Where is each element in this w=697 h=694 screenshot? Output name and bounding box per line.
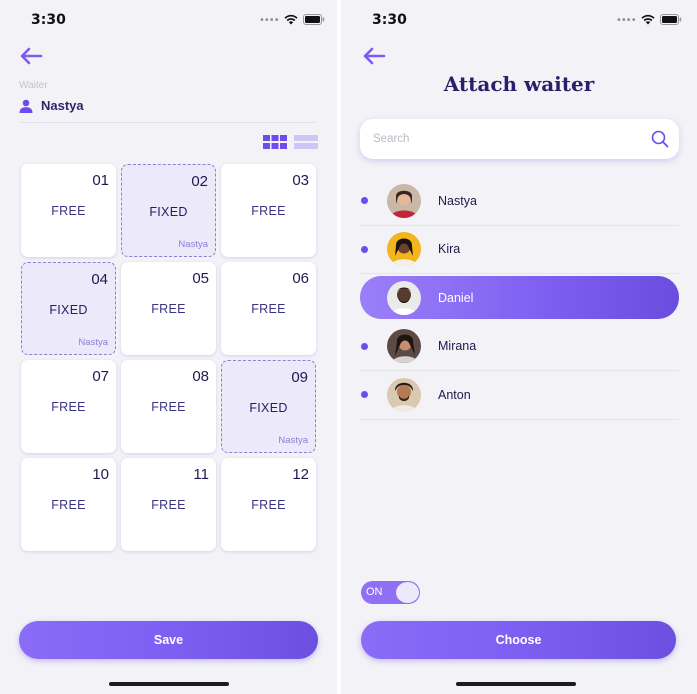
search-bar — [360, 119, 679, 159]
tables-grid: 01 FREE 02 FIXED Nastya 03 FREE 04 FIXED Nasty… — [21, 164, 317, 551]
divider — [19, 122, 317, 123]
search-icon[interactable] — [651, 130, 669, 148]
status-dot — [361, 245, 368, 253]
table-number: 01 — [92, 172, 109, 189]
table-status: FREE — [51, 498, 86, 512]
table-assignee: Nastya — [78, 337, 108, 348]
table-number: 04 — [91, 271, 108, 288]
wifi-icon — [283, 14, 298, 25]
search-input[interactable] — [373, 133, 651, 145]
waiter-name: Daniel — [438, 291, 474, 306]
wifi-icon — [640, 14, 655, 25]
table-status: FREE — [51, 400, 86, 414]
table-status: FREE — [151, 302, 186, 316]
waiter-name: Nastya — [41, 98, 84, 113]
arrow-left-icon[interactable] — [19, 47, 43, 65]
waiter-selector[interactable]: Nastya — [19, 98, 84, 113]
status-dot — [361, 391, 368, 399]
waiter-name: Kira — [438, 242, 461, 257]
table-tile-09[interactable]: 09 FIXED Nastya — [221, 360, 316, 453]
table-number: 02 — [191, 173, 208, 190]
table-number: 09 — [291, 369, 308, 386]
status-dot — [361, 197, 368, 205]
waiter-label: Waiter — [19, 80, 48, 91]
table-number: 11 — [193, 466, 209, 483]
table-number: 10 — [92, 466, 109, 483]
table-number: 06 — [292, 270, 309, 287]
save-button[interactable]: Save — [19, 621, 318, 659]
avatar — [387, 281, 421, 316]
table-tile-05[interactable]: 05 FREE — [121, 262, 216, 355]
toggle-knob — [396, 582, 419, 603]
table-assignee: Nastya — [178, 239, 208, 250]
table-tile-10[interactable]: 10 FREE — [21, 458, 116, 551]
table-tile-07[interactable]: 07 FREE — [21, 360, 116, 453]
table-number: 08 — [192, 368, 209, 385]
table-status: FIXED — [149, 205, 188, 219]
status-bar-time: 3:30 — [372, 12, 407, 28]
table-tile-04[interactable]: 04 FIXED Nastya — [21, 262, 116, 355]
table-assignee: Nastya — [278, 435, 308, 446]
table-number: 12 — [292, 466, 309, 483]
view-toggle — [263, 135, 318, 149]
avatar — [387, 329, 421, 364]
status-bar-icons: •••• — [616, 13, 682, 26]
table-status: FREE — [151, 498, 186, 512]
avatar — [387, 377, 421, 412]
battery-icon — [659, 14, 681, 25]
home-indicator — [456, 682, 576, 686]
person-icon — [19, 99, 33, 113]
on-toggle[interactable]: ON — [361, 581, 420, 604]
status-bar-time: 3:30 — [31, 12, 66, 28]
table-status: FREE — [251, 302, 286, 316]
table-status: FREE — [251, 204, 286, 218]
table-tile-12[interactable]: 12 FREE — [221, 458, 316, 551]
table-number: 05 — [192, 270, 209, 287]
table-tile-03[interactable]: 03 FREE — [221, 164, 316, 257]
waiter-name: Anton — [438, 387, 471, 402]
status-dot — [361, 342, 368, 350]
table-assignment-screen: 3:30 •••• Waiter Nastya 01 FREE 02 FIXED Na… — [0, 0, 337, 694]
table-status: FREE — [251, 498, 286, 512]
table-number: 03 — [292, 172, 309, 189]
battery-icon — [302, 14, 324, 25]
waiter-item-kira[interactable]: Kira — [360, 226, 679, 274]
page-title: Attach waiter — [443, 72, 595, 96]
waiter-list: Nastya Kira Daniel Mirana Anton — [360, 177, 679, 420]
table-tile-11[interactable]: 11 FREE — [121, 458, 216, 551]
table-tile-06[interactable]: 06 FREE — [221, 262, 316, 355]
arrow-left-icon[interactable] — [362, 47, 386, 65]
table-tile-08[interactable]: 08 FREE — [121, 360, 216, 453]
waiter-item-anton[interactable]: Anton — [360, 371, 679, 420]
avatar — [387, 232, 421, 267]
signal-dots-icon: •••• — [616, 15, 637, 26]
choose-button[interactable]: Choose — [361, 621, 676, 659]
waiter-item-daniel[interactable]: Daniel — [360, 274, 679, 323]
waiter-item-nastya[interactable]: Nastya — [360, 177, 679, 226]
table-tile-01[interactable]: 01 FREE — [21, 164, 116, 257]
signal-dots-icon: •••• — [259, 15, 280, 26]
status-bar-icons: •••• — [259, 13, 325, 26]
waiter-item-mirana[interactable]: Mirana — [360, 323, 679, 371]
table-status: FREE — [51, 204, 86, 218]
grid-view-icon[interactable] — [263, 135, 287, 149]
toggle-label: ON — [366, 586, 383, 598]
table-tile-02[interactable]: 02 FIXED Nastya — [121, 164, 216, 257]
table-status: FIXED — [49, 303, 88, 317]
table-status: FIXED — [249, 401, 288, 415]
table-status: FREE — [151, 400, 186, 414]
home-indicator — [109, 682, 229, 686]
list-view-icon[interactable] — [294, 135, 318, 149]
table-number: 07 — [92, 368, 109, 385]
avatar — [387, 183, 421, 218]
waiter-name: Nastya — [438, 193, 477, 208]
waiter-name: Mirana — [438, 339, 477, 354]
